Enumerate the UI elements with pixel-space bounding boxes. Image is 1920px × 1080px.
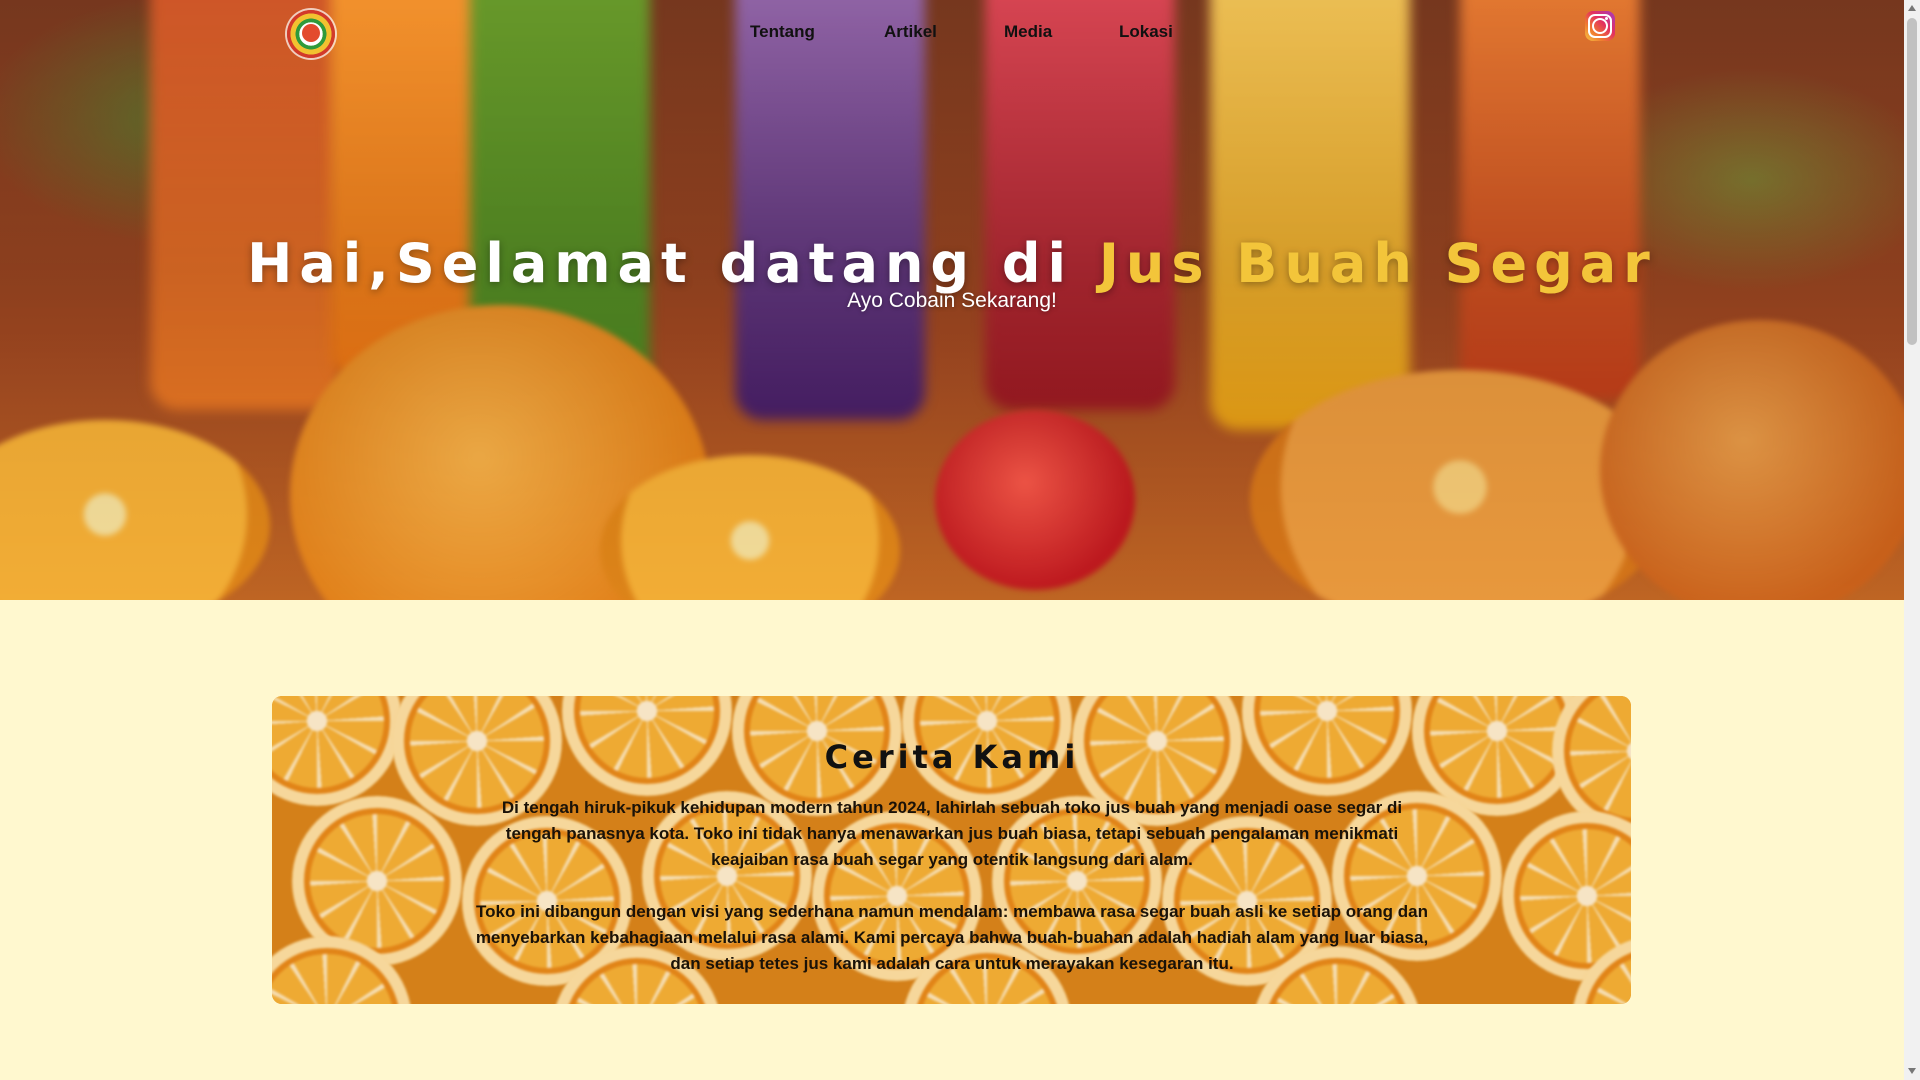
- scroll-down-arrow-icon[interactable]: [1908, 1068, 1916, 1074]
- instagram-dot: [1605, 17, 1608, 20]
- hero-subtitle: Ayo Cobain Sekarang!: [847, 289, 1057, 312]
- nav-link-lokasi[interactable]: Lokasi: [1119, 22, 1173, 42]
- story-paragraph-2: Toko ini dibangun dengan visi yang seder…: [475, 902, 1429, 973]
- hero-title-prefix: Hai,Selamat datang di: [247, 232, 1099, 295]
- nav-link-media[interactable]: Media: [1004, 22, 1052, 42]
- story-paragraph-1: Di tengah hiruk-pikuk kehidupan modern t…: [501, 798, 1403, 869]
- scroll-up-arrow-icon[interactable]: [1908, 5, 1916, 11]
- scrollbar-thumb[interactable]: [1907, 18, 1917, 345]
- instagram-icon[interactable]: [1585, 11, 1615, 41]
- story-title: Cerita Kami: [824, 738, 1080, 776]
- nav-link-tentang[interactable]: Tentang: [750, 22, 815, 42]
- instagram-lens: [1592, 18, 1608, 34]
- hero-title-highlight: Jus Buah Segar: [1098, 232, 1657, 295]
- hero-title: Hai,Selamat datang di Jus Buah Segar: [0, 232, 1904, 296]
- vertical-scrollbar[interactable]: [1904, 0, 1920, 1080]
- page: Tentang Artikel Media Lokasi Hai,Selamat…: [0, 0, 1904, 1080]
- hero-section: Tentang Artikel Media Lokasi Hai,Selamat…: [0, 0, 1904, 600]
- nav-link-artikel[interactable]: Artikel: [884, 22, 937, 42]
- main-nav: Tentang Artikel Media Lokasi: [0, 22, 1904, 48]
